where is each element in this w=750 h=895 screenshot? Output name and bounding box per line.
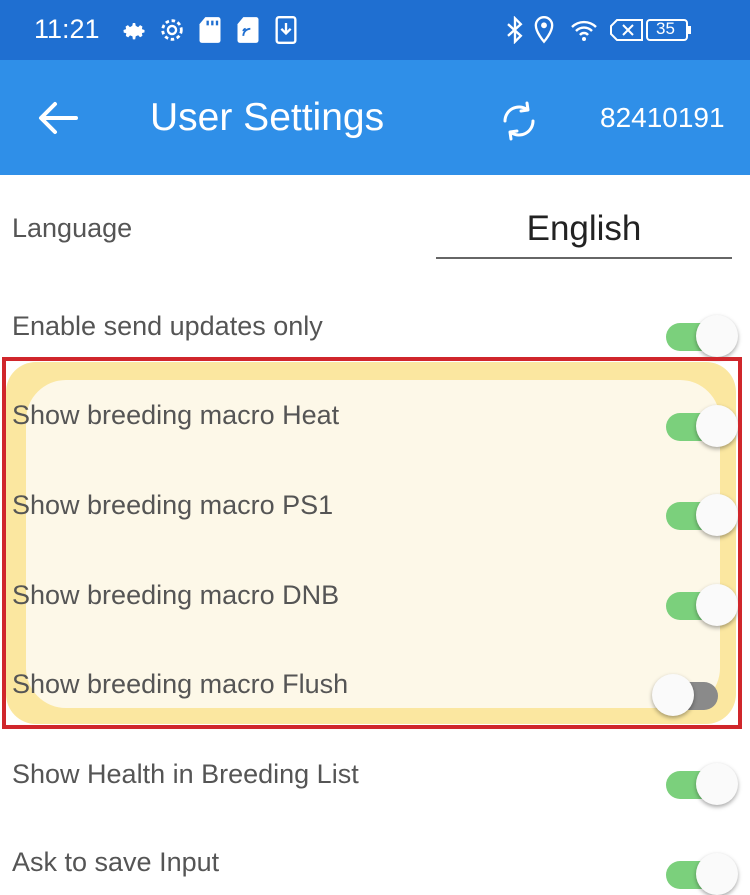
- location-icon: [527, 13, 561, 47]
- sim-card-icon: [231, 13, 265, 47]
- download-icon: [269, 13, 303, 47]
- language-label: Language: [12, 213, 133, 243]
- toggle-label: Enable send updates only: [12, 311, 323, 341]
- user-id: 82410191: [600, 102, 725, 133]
- settings-outline-icon: [155, 13, 189, 47]
- language-value: English: [526, 209, 642, 248]
- sync-button[interactable]: [492, 94, 546, 148]
- sd-card-icon: [193, 13, 227, 47]
- language-select[interactable]: English: [436, 205, 732, 259]
- toggle-switch[interactable]: [666, 851, 738, 895]
- toggle-switch[interactable]: [666, 761, 738, 805]
- back-button[interactable]: [28, 90, 88, 146]
- status-time: 11:21: [34, 14, 100, 44]
- arrow-left-icon: [39, 102, 78, 134]
- toggle-switch[interactable]: [666, 313, 738, 357]
- toggle-switch[interactable]: [666, 403, 738, 447]
- settings-icon: [117, 13, 151, 47]
- no-sim-icon: [608, 13, 646, 47]
- toggle-label: Show breeding macro Heat: [12, 400, 340, 430]
- wifi-icon: [567, 13, 601, 47]
- toggle-label: Show breeding macro Flush: [12, 669, 349, 699]
- sync-icon: [503, 101, 535, 141]
- app-bar: User Settings 82410191: [0, 60, 750, 175]
- battery-icon: 35: [646, 13, 692, 47]
- toggle-switch[interactable]: [666, 582, 738, 626]
- battery-level: 35: [656, 19, 675, 38]
- toggle-label: Show breeding macro DNB: [12, 580, 340, 610]
- status-bar: 11:21 35: [0, 0, 750, 60]
- toggle-switch[interactable]: [666, 492, 738, 536]
- toggle-label: Show Health in Breeding List: [12, 759, 359, 789]
- toggle-label: Show breeding macro PS1: [12, 490, 334, 520]
- page-title: User Settings: [150, 96, 385, 139]
- toggle-switch[interactable]: [652, 672, 720, 716]
